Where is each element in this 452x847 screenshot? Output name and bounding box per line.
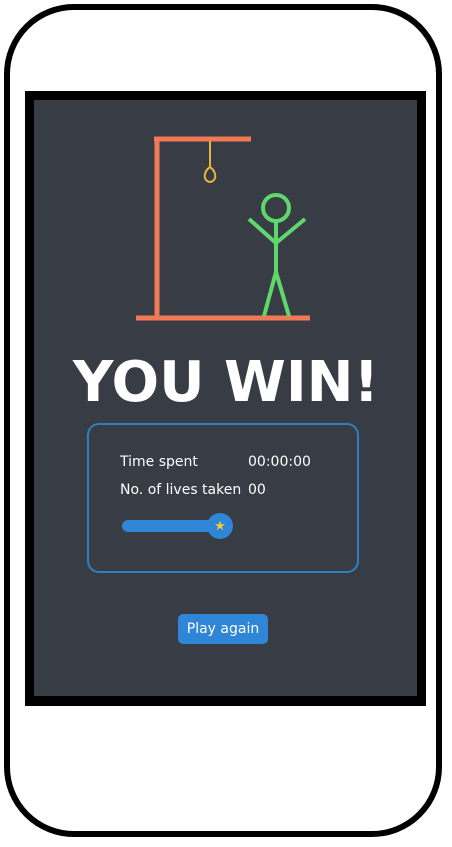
progress-bar: ★ [122,513,233,539]
result-title: YOU WIN! [72,350,380,415]
stickman-right-leg [274,271,291,317]
progress-knob: ★ [207,513,233,539]
time-spent-label: Time spent [120,454,198,470]
stickman-left-arm [247,217,278,245]
star-icon: ★ [214,518,226,534]
noose-loop [203,165,217,184]
time-spent-value: 00:00:00 [248,454,311,470]
stickman-left-leg [262,271,278,317]
stickman-right-arm [274,217,307,245]
lives-taken-value: 00 [248,482,266,498]
play-again-button[interactable]: Play again [178,614,268,644]
stickman-head [261,193,291,223]
lives-taken-label: No. of lives taken [120,482,242,498]
stats-panel: Time spent 00:00:00 No. of lives taken 0… [87,423,359,573]
progress-fill [122,520,220,532]
